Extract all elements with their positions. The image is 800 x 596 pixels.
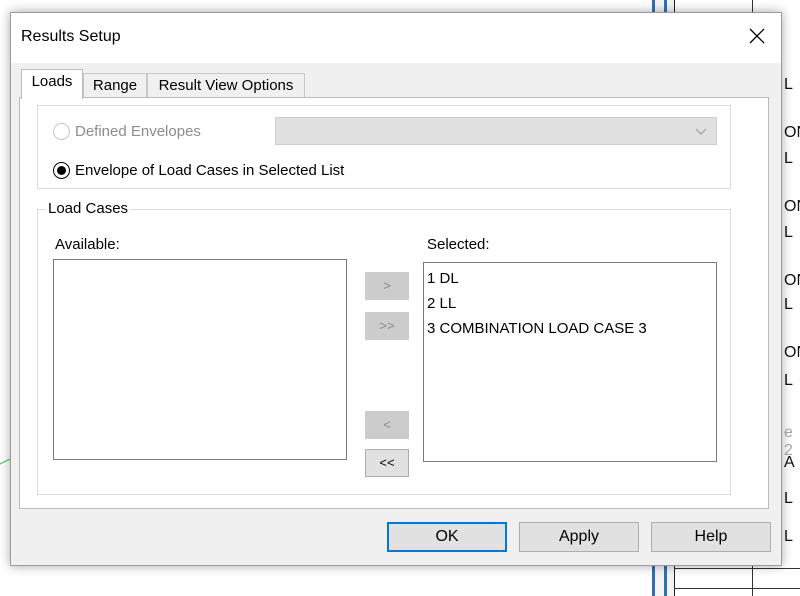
load-cases-group-label: Load Cases xyxy=(46,200,131,217)
remove-all-button[interactable]: << xyxy=(365,449,409,477)
dialog-titlebar: Results Setup xyxy=(11,13,781,63)
background-cell: L xyxy=(784,224,793,241)
close-icon xyxy=(749,28,765,44)
selected-listbox[interactable]: 1 DL 2 LL 3 COMBINATION LOAD CASE 3 xyxy=(423,262,717,462)
envelope-selected-list-radio[interactable] xyxy=(53,162,70,179)
list-item[interactable]: 1 DL xyxy=(424,266,716,291)
results-setup-dialog: Results Setup Loads Range Result View Op… xyxy=(10,12,782,566)
list-item[interactable]: 3 COMBINATION LOAD CASE 3 xyxy=(424,316,716,341)
background-cell: L xyxy=(784,372,793,389)
background-cell: A xyxy=(784,454,795,471)
add-button[interactable]: > xyxy=(365,272,409,300)
background-cell: L xyxy=(784,296,793,313)
background-gridline xyxy=(674,588,800,589)
add-all-button[interactable]: >> xyxy=(365,312,409,340)
background-cell: L xyxy=(784,150,793,167)
remove-button[interactable]: < xyxy=(365,411,409,439)
defined-envelopes-option[interactable]: Defined Envelopes xyxy=(53,123,201,140)
defined-envelopes-radio[interactable] xyxy=(53,123,70,140)
chevron-down-icon xyxy=(695,128,707,135)
close-button[interactable] xyxy=(733,13,781,59)
background-gridline xyxy=(752,566,753,596)
background-cell: ON xyxy=(784,344,800,361)
selected-label: Selected: xyxy=(427,236,490,253)
defined-envelopes-dropdown xyxy=(275,117,717,145)
background-cell: L xyxy=(784,76,793,93)
background-cell: ON xyxy=(784,124,800,141)
background-cell: L xyxy=(784,528,793,545)
defined-envelopes-label: Defined Envelopes xyxy=(75,123,201,140)
tab-loads[interactable]: Loads xyxy=(21,69,83,99)
background-cell: L xyxy=(784,490,793,507)
tab-result-view-options[interactable]: Result View Options xyxy=(147,73,305,99)
background-cell: ON xyxy=(784,272,800,289)
available-listbox[interactable] xyxy=(53,259,347,460)
list-item[interactable]: 2 LL xyxy=(424,291,716,316)
ok-button[interactable]: OK xyxy=(387,522,507,552)
background-gridline xyxy=(674,568,800,569)
dialog-title: Results Setup xyxy=(21,28,121,45)
envelope-selected-list-option[interactable]: Envelope of Load Cases in Selected List xyxy=(53,162,344,179)
envelope-selected-list-label: Envelope of Load Cases in Selected List xyxy=(75,162,345,179)
available-label: Available: xyxy=(55,236,120,253)
tab-range[interactable]: Range xyxy=(83,73,147,99)
help-button[interactable]: Help xyxy=(651,522,771,552)
background-cell: ON xyxy=(784,198,800,215)
apply-button[interactable]: Apply xyxy=(519,522,639,552)
